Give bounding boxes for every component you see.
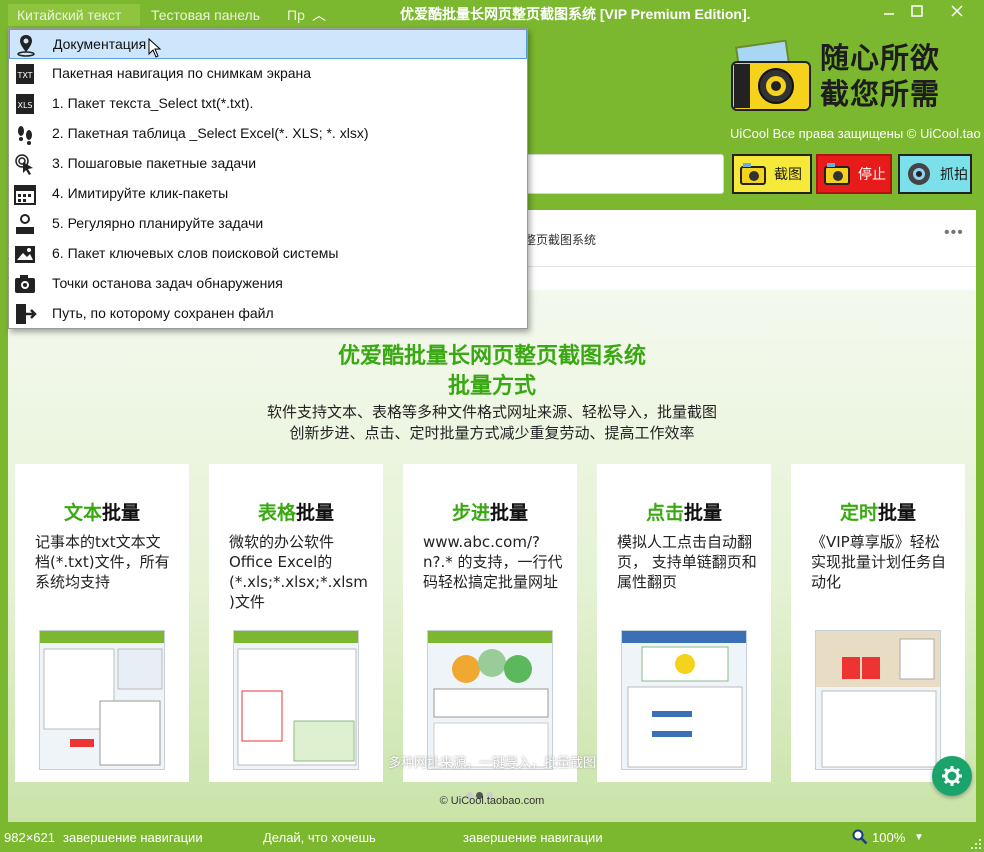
status-text-2: завершение навигации	[463, 830, 603, 845]
banner-caption: 多种网址来源，一键导入，批量截图	[387, 756, 596, 771]
banner-subtitle: 批量方式	[447, 374, 536, 399]
feature-card-click[interactable]: 点击批量 模拟人工点击自动翻页， 支持单链翻页和属性翻页	[597, 464, 771, 782]
resize-grip-icon[interactable]	[968, 838, 982, 850]
menu-item-label: Документация	[53, 36, 147, 52]
menu-item-label: Пакетная навигация по снимкам экрана	[52, 65, 312, 81]
grab-label: 抓拍	[940, 166, 968, 182]
page-address-text: 整页截图系统	[524, 233, 597, 247]
camera-logo-icon	[731, 40, 811, 111]
capture-button[interactable]: 截图	[732, 154, 812, 194]
menu-item-documentation[interactable]: Документация	[9, 29, 527, 59]
card-title: 点击批量	[645, 502, 723, 524]
capture-label: 截图	[774, 166, 802, 182]
tab-test-panel[interactable]: Тестовая панель	[142, 4, 276, 26]
card-title: 步进批量	[451, 502, 529, 524]
maximize-icon	[911, 5, 923, 17]
menu-item-label: 4. Имитируйте клик-пакеты	[52, 185, 229, 201]
location-pin-icon	[17, 35, 35, 57]
card-description: 微软的办公软件Office Excel的(*.xls;*.xlsx;*.xlsm…	[229, 533, 368, 611]
calendar-icon	[14, 185, 36, 205]
chevron-up-icon[interactable]: ︿	[312, 4, 326, 26]
card-description: 《VIP尊享版》轻松实现批量计划任务自动化	[811, 533, 947, 591]
menu-item-batch-text[interactable]: XLS 1. Пакет текста_Select txt(*.txt).	[9, 89, 527, 119]
logo-slogan: 随心所欲 截您所需	[820, 41, 941, 111]
card-screenshot	[39, 630, 165, 770]
menu-item-label: 2. Пакетная таблица _Select Excel(*. XLS…	[52, 125, 369, 141]
txt-file-icon: TXT	[16, 64, 34, 84]
menu-item-step-tasks[interactable]: 3. Пошаговые пакетные задачи	[9, 149, 527, 179]
card-screenshot	[233, 630, 359, 770]
close-icon	[951, 5, 963, 17]
tab-chinese-text[interactable]: Китайский текст	[8, 4, 140, 26]
card-description: 模拟人工点击自动翻页， 支持单链翻页和属性翻页	[617, 533, 757, 591]
menu-item-label: 3. Пошаговые пакетные задачи	[52, 155, 257, 171]
status-bar: 982×621 завершение навигации Делай, что …	[0, 822, 984, 852]
card-screenshot	[815, 630, 941, 770]
mouse-cursor-icon	[148, 38, 162, 58]
menu-item-click-batch[interactable]: 4. Имитируйте клик-пакеты	[9, 179, 527, 209]
xls-file-icon: XLS	[16, 94, 34, 114]
menu-item-save-path[interactable]: Путь, по которому сохранен файл	[9, 299, 527, 329]
click-hand-icon	[15, 154, 33, 175]
header-copyright: UiCool Все права защищены © UiCool.tao	[730, 126, 981, 141]
card-title: 定时批量	[839, 502, 917, 524]
menu-item-label: Точки останова задач обнаружения	[52, 275, 283, 291]
footprints-icon	[18, 126, 32, 145]
search-user-icon	[16, 214, 34, 234]
menu-item-label: 5. Регулярно планируйте задачи	[52, 215, 264, 231]
banner-description-line1: 软件支持文本、表格等多种文件格式网址来源、轻松导入，批量截图	[266, 403, 717, 421]
close-button[interactable]	[942, 4, 972, 24]
menu-item-batch-table[interactable]: 2. Пакетная таблица _Select Excel(*. XLS…	[9, 119, 527, 149]
card-screenshot	[621, 630, 747, 770]
dropdown-menu: Документация TXT Пакетная навигация по с…	[8, 28, 528, 329]
menu-item-batch-navigation[interactable]: TXT Пакетная навигация по снимкам экрана	[9, 59, 527, 89]
exit-icon	[16, 304, 37, 324]
window-title: 优爱酷批量长网页整页截图系统 [VIP Premium Edition].	[400, 6, 751, 22]
url-input[interactable]	[516, 154, 724, 194]
menu-item-schedule[interactable]: 5. Регулярно планируйте задачи	[9, 209, 527, 239]
svg-text:TXT: TXT	[16, 71, 32, 80]
banner-title: 优爱酷批量长网页整页截图系统	[337, 344, 646, 369]
camera-icon	[15, 275, 35, 293]
banner-description-line2: 创新步进、点击、定时批量方式减少重复劳动、提高工作效率	[289, 424, 695, 442]
gear-icon	[942, 766, 962, 786]
menu-item-label: 1. Пакет текста_Select txt(*.txt).	[52, 95, 254, 111]
feature-card-timer[interactable]: 定时批量 《VIP尊享版》轻松实现批量计划任务自动化	[791, 464, 965, 782]
settings-button[interactable]	[932, 756, 972, 796]
chevron-down-icon[interactable]: ▼	[914, 832, 924, 843]
menu-item-search-keywords[interactable]: 6. Пакет ключевых слов поисковой системы	[9, 239, 527, 269]
grab-button[interactable]: 抓拍	[898, 154, 972, 194]
webcam-icon	[908, 163, 930, 185]
zoom-level[interactable]: 100%	[872, 830, 905, 845]
status-text: завершение навигации	[63, 830, 203, 845]
card-description: 记事本的txt文本文档(*.txt)文件，所有系统均支持	[35, 533, 170, 591]
camera-icon	[824, 163, 850, 185]
card-description: www.abc.com/?n?.* 的支持，一行代码轻松搞定批量网址	[423, 533, 563, 591]
menu-item-breakpoints[interactable]: Точки останова задач обнаружения	[9, 269, 527, 299]
card-title: 文本批量	[63, 502, 141, 524]
more-icon[interactable]: •••	[944, 224, 964, 242]
minimize-button[interactable]	[874, 4, 904, 24]
maximize-button[interactable]	[902, 4, 932, 24]
zoom-icon[interactable]	[852, 829, 868, 845]
feature-card-table[interactable]: 表格批量 微软的办公软件Office Excel的(*.xls;*.xlsx;*…	[209, 464, 383, 782]
image-icon	[15, 246, 35, 263]
menu-item-label: 6. Пакет ключевых слов поисковой системы	[52, 245, 339, 261]
minimize-icon	[884, 13, 894, 15]
page-size: 982×621	[4, 830, 55, 845]
feature-card-text[interactable]: 文本批量 记事本的txt文本文档(*.txt)文件，所有系统均支持	[15, 464, 189, 782]
stop-button[interactable]: 停止	[816, 154, 892, 194]
stop-label: 停止	[858, 166, 886, 182]
footer-copyright: © UiCool.taobao.com	[439, 795, 545, 807]
svg-text:XLS: XLS	[17, 101, 32, 110]
camera-icon	[740, 163, 766, 185]
card-screenshot	[427, 630, 553, 770]
card-title: 表格批量	[257, 502, 335, 524]
feature-card-step[interactable]: 步进批量 www.abc.com/?n?.* 的支持，一行代码轻松搞定批量网址	[403, 464, 577, 782]
tab-more[interactable]: Пр	[278, 4, 338, 26]
hint-text: Делай, что хочешь	[263, 830, 376, 845]
menu-item-label: Путь, по которому сохранен файл	[52, 305, 274, 321]
